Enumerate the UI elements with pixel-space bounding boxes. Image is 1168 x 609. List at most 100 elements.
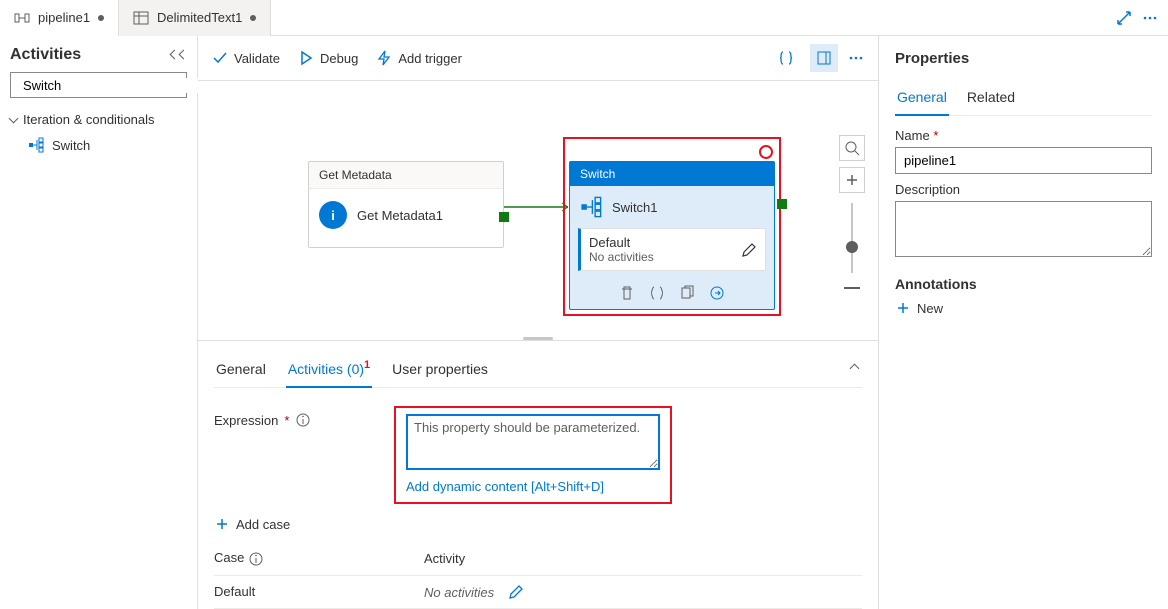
validate-button[interactable]: Validate [212, 50, 280, 66]
zoom-thumb[interactable] [846, 241, 858, 253]
node-type-label: Get Metadata [309, 162, 503, 189]
debug-button[interactable]: Debug [298, 50, 358, 66]
col-case-header: Case [214, 550, 244, 565]
info-icon: i [319, 201, 347, 229]
case-name: Default [214, 584, 424, 600]
output-port[interactable] [777, 199, 787, 209]
props-tab-related[interactable]: Related [965, 79, 1017, 115]
activity-switch-item[interactable]: Switch [10, 133, 187, 157]
tab-dataset-label: DelimitedText1 [157, 10, 242, 25]
details-panel: General Activities (0)1 User properties … [198, 340, 878, 609]
info-icon[interactable] [248, 551, 264, 567]
edit-icon[interactable] [508, 584, 524, 600]
new-label: New [917, 301, 943, 316]
table-icon [133, 10, 149, 26]
unsaved-dot-icon [98, 15, 104, 21]
activity-switch-label: Switch [52, 138, 90, 153]
info-icon[interactable] [295, 412, 311, 428]
properties-toggle-button[interactable] [810, 44, 838, 72]
required-asterisk: * [284, 413, 289, 428]
add-case-label: Add case [236, 517, 290, 532]
error-badge: 1 [364, 359, 370, 371]
trigger-icon [376, 50, 392, 66]
collapse-panel-button[interactable] [847, 352, 862, 387]
case-activity: No activities [424, 585, 494, 600]
search-input[interactable] [23, 78, 199, 93]
copy-icon[interactable] [679, 285, 695, 301]
plus-icon [895, 300, 911, 316]
switch-icon [28, 137, 44, 153]
details-tab-userprops[interactable]: User properties [390, 351, 490, 387]
activities-sidebar: Activities Iteration & conditionals Swit… [0, 36, 198, 609]
properties-title: Properties [895, 50, 1152, 67]
play-icon [298, 50, 314, 66]
add-case-button[interactable]: Add case [214, 516, 862, 532]
new-annotation-button[interactable]: New [895, 300, 1152, 316]
switch-default-case[interactable]: Default No activities [578, 228, 766, 271]
name-label: Name [895, 128, 930, 143]
required-asterisk: * [933, 128, 938, 143]
activities-title: Activities [10, 46, 81, 64]
add-trigger-button[interactable]: Add trigger [376, 50, 462, 66]
validate-label: Validate [234, 51, 280, 66]
braces-icon[interactable] [649, 285, 665, 301]
code-view-button[interactable] [772, 44, 800, 72]
annotations-label: Annotations [895, 276, 1152, 292]
more-icon[interactable] [848, 50, 864, 66]
add-dynamic-content-link[interactable]: Add dynamic content [Alt+Shift+D] [406, 479, 604, 494]
expand-node-icon[interactable] [709, 285, 725, 301]
properties-icon [816, 50, 832, 66]
description-label: Description [895, 182, 1152, 197]
case-label: Default [589, 235, 654, 250]
section-iteration[interactable]: Iteration & conditionals [10, 112, 187, 127]
zoom-slider[interactable] [851, 203, 853, 273]
error-indicator-icon [759, 145, 773, 159]
tab-pipeline-label: pipeline1 [38, 10, 90, 25]
tab-pipeline[interactable]: pipeline1 [0, 0, 119, 36]
col-activity-header: Activity [424, 550, 862, 567]
editor-tabs: pipeline1 DelimitedText1 [0, 0, 1168, 36]
zoom-in-button[interactable] [839, 167, 865, 193]
zoom-out-button[interactable] [844, 287, 860, 289]
search-input-wrap[interactable] [10, 72, 187, 98]
search-icon [844, 140, 860, 156]
node-type-label: Switch [570, 162, 774, 186]
debug-label: Debug [320, 51, 358, 66]
zoom-fit-button[interactable] [839, 135, 865, 161]
section-label: Iteration & conditionals [23, 112, 155, 127]
props-tab-general[interactable]: General [895, 79, 949, 115]
expression-input[interactable] [406, 414, 660, 470]
pipeline-canvas[interactable]: Get Metadata i Get Metadata1 Switch Swit… [198, 81, 878, 336]
node-name: Switch1 [612, 200, 658, 215]
switch-icon [580, 196, 602, 218]
pipeline-icon [14, 10, 30, 26]
case-sub: No activities [589, 250, 654, 264]
chevron-down-icon [10, 112, 17, 127]
more-icon[interactable] [1142, 10, 1158, 26]
details-tab-activities[interactable]: Activities (0)1 [286, 351, 372, 387]
case-table: Case Activity Default No activities [214, 542, 862, 609]
plus-icon [844, 172, 860, 188]
switch-highlight: Switch Switch1 Default No activities [563, 137, 781, 316]
case-row: Default No activities [214, 576, 862, 609]
expression-label: Expression [214, 413, 278, 428]
braces-icon [778, 50, 794, 66]
delete-icon[interactable] [619, 285, 635, 301]
switch-node[interactable]: Switch Switch1 Default No activities [569, 161, 775, 310]
properties-panel: Properties General Related Name * Descri… [878, 36, 1168, 609]
double-chevron-icon[interactable] [180, 48, 187, 63]
canvas-toolbar: Validate Debug Add trigger [198, 36, 878, 81]
edit-icon[interactable] [741, 242, 757, 258]
double-chevron-icon[interactable] [171, 48, 178, 63]
description-input[interactable] [895, 201, 1152, 257]
plus-icon [214, 516, 230, 532]
tab-dataset[interactable]: DelimitedText1 [119, 0, 271, 36]
node-name: Get Metadata1 [357, 208, 443, 223]
trigger-label: Add trigger [398, 51, 462, 66]
check-icon [212, 50, 228, 66]
expand-icon[interactable] [1116, 10, 1132, 26]
unsaved-dot-icon [250, 15, 256, 21]
get-metadata-node[interactable]: Get Metadata i Get Metadata1 [308, 161, 504, 248]
name-input[interactable] [895, 147, 1152, 174]
details-tab-general[interactable]: General [214, 351, 268, 387]
